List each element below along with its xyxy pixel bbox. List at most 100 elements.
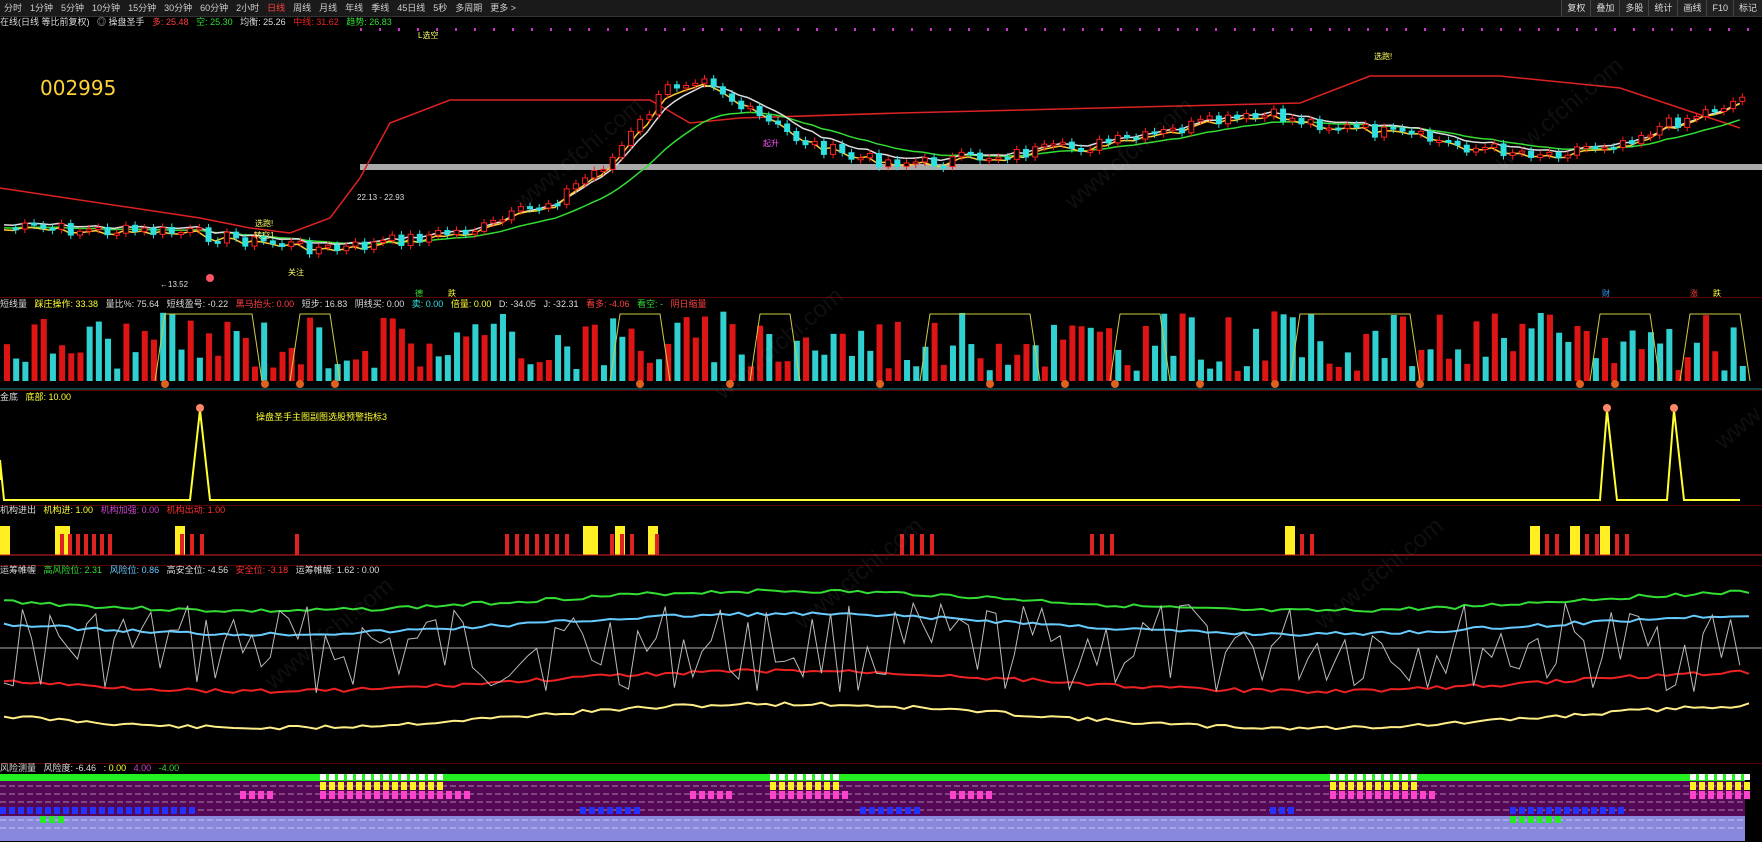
volume-bar [353,359,359,381]
candle-body [1004,156,1011,160]
fengxian-chart[interactable] [0,774,1762,841]
candle-body [324,244,331,248]
volume-bar [1528,328,1535,381]
toolbar-button-5[interactable]: F10 [1706,0,1733,16]
candle-body [1417,130,1424,135]
tag-zhang2: 跌 [1713,289,1721,298]
toolbar-button-0[interactable]: 复权 [1561,0,1591,16]
top-dot-mark [1747,28,1749,31]
right-toolbar: 复权 叠加 多股 统计 画线 F10 标记 [1561,0,1762,16]
candle-body [233,231,240,239]
volume-bar [922,346,929,381]
risk-pink-block [726,791,732,799]
risk-blue-block [1618,807,1624,814]
risk-white-block [1708,774,1714,780]
risk-pink-block [338,791,344,799]
jigou-yellow-bar [1530,526,1540,555]
top-dot-mark [1082,28,1084,31]
period-tab-3[interactable]: 10分钟 [88,0,124,16]
volume-bar [1170,355,1177,381]
chart-mode-label: 在线(日线 等比前复权) [0,17,90,27]
yunchou-a: 高风险位: 2.31 [43,565,103,575]
volume-bar [31,324,38,381]
volume-bar [105,338,112,381]
candle-body [1059,141,1066,145]
period-tab-9[interactable]: 周线 [289,0,315,16]
volume-bar [160,312,167,381]
toolbar-button-1[interactable]: 叠加 [1590,0,1620,16]
top-dot-mark [1709,28,1711,31]
indicator-name[interactable]: ◎ 操盘圣手 [97,17,145,27]
volume-bar [867,350,874,381]
yunchou-e: 运筹帷幄: 1.62 : 0.00 [295,565,380,575]
volume-bar [1501,337,1508,381]
volume-bar [224,321,231,381]
volume-bar [1197,359,1204,381]
period-tab-8[interactable]: 日线 [263,0,289,16]
candle-body [1491,143,1498,149]
risk-blue-block [860,807,866,814]
candle-body [1243,113,1250,120]
candle-body [178,232,184,236]
period-tab-16[interactable]: 更多 > [486,0,520,16]
period-tab-2[interactable]: 5分钟 [57,0,88,16]
jigou-chart[interactable] [0,516,1762,565]
risk-yellow-block [1348,782,1354,790]
period-tab-5[interactable]: 30分钟 [160,0,196,16]
candle-body [986,158,993,162]
vol-e: 短步: 16.83 [301,299,348,309]
toolbar-button-4[interactable]: 画线 [1677,0,1707,16]
volume-signal-dot [1611,380,1619,388]
period-tab-7[interactable]: 2小时 [232,0,263,16]
risk-blue-block [1555,807,1561,814]
risk-white-block [401,774,407,780]
volume-chart[interactable] [0,309,1762,390]
top-dot-mark [1557,28,1559,31]
period-tab-6[interactable]: 60分钟 [196,0,232,16]
period-tab-12[interactable]: 季线 [367,0,393,16]
candle-body [664,84,671,96]
toolbar-button-2[interactable]: 多股 [1619,0,1649,16]
period-tab-15[interactable]: 多周期 [451,0,486,16]
junheng-value: 均衡: 25.26 [240,17,286,27]
period-tab-10[interactable]: 月线 [315,0,341,16]
candle-body [435,230,442,236]
candle-body [1261,115,1268,119]
toolbar-button-6[interactable]: 标记 [1732,0,1762,16]
period-tab-4[interactable]: 15分钟 [124,0,160,16]
yunchou-chart[interactable] [0,576,1762,763]
risk-pink-block [690,791,696,799]
tag-die: 跌 [448,289,456,298]
risk-white-block [1393,774,1399,780]
candle-body [1684,117,1691,128]
candle-body [701,78,708,84]
period-tab-11[interactable]: 年线 [341,0,367,16]
candle-body [1720,108,1727,113]
volume-bar [417,366,424,381]
volume-bar [977,358,984,381]
period-tab-13[interactable]: 45日线 [393,0,429,16]
risk-blue-block [1591,807,1597,814]
candle-body [1730,100,1737,110]
candle-body [1647,134,1654,138]
risk-yellow-block [437,782,443,790]
price-chart[interactable] [0,28,1762,296]
risk-blue-block [1546,807,1552,814]
period-tab-14[interactable]: 5秒 [429,0,451,16]
volume-bar [555,335,562,381]
period-tab-0[interactable]: 分时 [0,0,26,16]
jindi-chart[interactable] [0,400,1762,505]
risk-pink-block [356,791,362,799]
toolbar-button-3[interactable]: 统计 [1648,0,1678,16]
risk-white-block [365,774,371,780]
top-dot-mark [721,28,723,31]
period-tab-1[interactable]: 1分钟 [26,0,57,16]
jigou-red-bar [60,534,64,555]
risk-pink-block [1699,791,1705,799]
top-dot-mark [930,28,932,31]
risk-white-block [815,774,821,780]
risk-yellow-block [1330,782,1336,790]
jigou-red-bar [545,534,549,555]
candle-body [1289,117,1296,122]
volume-bar [913,366,920,381]
